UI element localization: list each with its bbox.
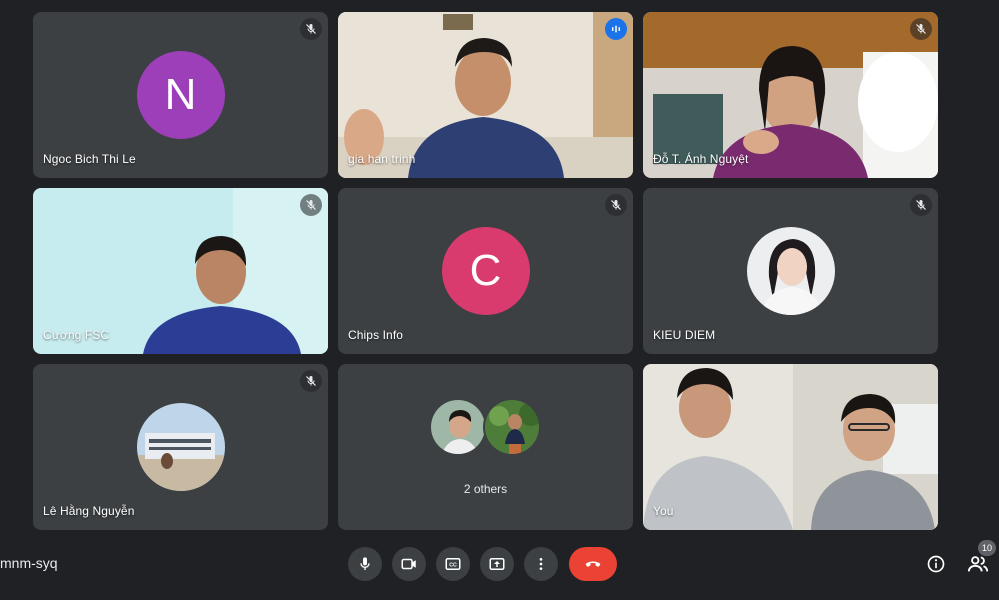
mic-button[interactable]	[348, 547, 382, 581]
tile-2-others[interactable]: 2 others	[338, 364, 633, 530]
audio-level-icon	[605, 18, 627, 40]
camera-icon	[401, 558, 416, 570]
hang-up-button[interactable]	[569, 547, 617, 581]
participant-name: KIEU DIEM	[653, 328, 716, 342]
tile-chips-info[interactable]: C Chips Info	[338, 188, 633, 354]
tile-cuong-fsc[interactable]: Cương FSC	[33, 188, 328, 354]
avatar	[746, 227, 835, 315]
people-icon	[967, 556, 989, 572]
mic-off-icon	[605, 194, 627, 216]
people-count-badge: 10	[978, 540, 996, 556]
participant-name: Lê Hằng Nguyễn	[43, 504, 135, 518]
camera-button[interactable]	[392, 547, 426, 581]
mic-off-icon	[300, 194, 322, 216]
tile-gia-han-trinh[interactable]: gia han trinh	[338, 12, 633, 178]
captions-icon: CC	[445, 558, 461, 570]
hang-up-icon	[585, 561, 601, 567]
others-count-label: 2 others	[463, 482, 508, 496]
info-icon	[927, 555, 945, 573]
avatar	[483, 398, 541, 456]
video-feed	[643, 364, 938, 530]
tile-you[interactable]: You	[643, 364, 938, 530]
captions-button[interactable]: CC	[436, 547, 470, 581]
participant-name: Cương FSC	[43, 328, 110, 342]
participant-name: gia han trinh	[348, 152, 416, 166]
tile-kieu-diem[interactable]: KIEU DIEM	[643, 188, 938, 354]
meeting-info-button[interactable]	[923, 551, 949, 577]
participant-name: Ngoc Bich Thi Le	[43, 152, 136, 166]
mic-off-icon	[910, 18, 932, 40]
meet-call-stage: N Ngoc Bich Thi Le gia han trinh Đỗ T. Á…	[0, 0, 999, 600]
meeting-code: mnm-syq	[0, 555, 58, 571]
tile-ngoc-bich-thi-le[interactable]: N Ngoc Bich Thi Le	[33, 12, 328, 178]
others-avatars	[338, 398, 633, 458]
avatar	[136, 403, 225, 491]
more-options-icon	[539, 558, 543, 570]
mic-off-icon	[300, 18, 322, 40]
more-options-button[interactable]	[524, 547, 558, 581]
mic-icon	[360, 557, 370, 570]
avatar: N	[136, 51, 225, 139]
mic-off-icon	[910, 194, 932, 216]
participant-name: Đỗ T. Ánh Nguyệt	[653, 152, 749, 166]
avatar	[429, 398, 487, 456]
tile-le-hang-nguyen[interactable]: Lê Hằng Nguyễn	[33, 364, 328, 530]
participant-name: Chips Info	[348, 328, 404, 342]
tile-do-t-anh-nguyet[interactable]: Đỗ T. Ánh Nguyệt	[643, 12, 938, 178]
avatar: C	[441, 227, 530, 315]
svg-text:CC: CC	[449, 563, 457, 569]
mic-off-icon	[300, 370, 322, 392]
participant-name: You	[653, 504, 674, 518]
present-screen-icon	[489, 558, 505, 570]
present-screen-button[interactable]	[480, 547, 514, 581]
